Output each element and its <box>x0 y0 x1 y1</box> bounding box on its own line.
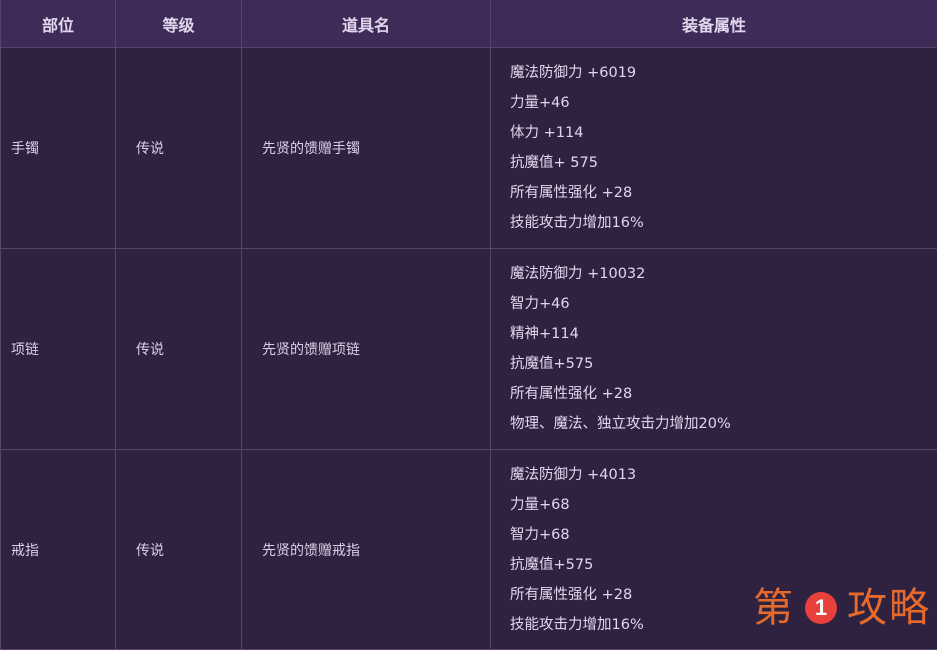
stat-line: 魔法防御力 +4013 <box>510 460 937 490</box>
table-row: 手镯 传说 先贤的馈赠手镯 魔法防御力 +6019 力量+46 体力 +114 … <box>1 48 937 249</box>
stat-line: 抗魔值+575 <box>510 550 937 580</box>
equipment-table: 部位 等级 道具名 装备属性 手镯 传说 先贤的馈赠手镯 魔法防御力 +6019… <box>0 0 937 650</box>
stat-line: 魔法防御力 +10032 <box>510 259 937 289</box>
stat-line: 技能攻击力增加16% <box>510 208 937 238</box>
cell-part: 项链 <box>1 249 116 450</box>
table-row: 项链 传说 先贤的馈赠项链 魔法防御力 +10032 智力+46 精神+114 … <box>1 249 937 450</box>
cell-attributes: 魔法防御力 +4013 力量+68 智力+68 抗魔值+575 所有属性强化 +… <box>491 450 937 650</box>
stat-line: 精神+114 <box>510 319 937 349</box>
table-row: 戒指 传说 先贤的馈赠戒指 魔法防御力 +4013 力量+68 智力+68 抗魔… <box>1 450 937 650</box>
header-item-name: 道具名 <box>242 0 491 48</box>
stat-line: 所有属性强化 +28 <box>510 178 937 208</box>
cell-grade: 传说 <box>116 450 242 650</box>
stat-line: 抗魔值+575 <box>510 349 937 379</box>
stat-line: 魔法防御力 +6019 <box>510 58 937 88</box>
stat-line: 抗魔值+ 575 <box>510 148 937 178</box>
stat-line: 所有属性强化 +28 <box>510 379 937 409</box>
cell-item-name: 先贤的馈赠项链 <box>242 249 491 450</box>
cell-item-name: 先贤的馈赠手镯 <box>242 48 491 249</box>
stat-line: 智力+68 <box>510 520 937 550</box>
cell-grade: 传说 <box>116 249 242 450</box>
cell-grade: 传说 <box>116 48 242 249</box>
cell-attributes: 魔法防御力 +6019 力量+46 体力 +114 抗魔值+ 575 所有属性强… <box>491 48 937 249</box>
header-grade: 等级 <box>116 0 242 48</box>
cell-part: 戒指 <box>1 450 116 650</box>
cell-attributes: 魔法防御力 +10032 智力+46 精神+114 抗魔值+575 所有属性强化… <box>491 249 937 450</box>
stat-line: 物理、魔法、独立攻击力增加20% <box>510 409 937 439</box>
header-part: 部位 <box>1 0 116 48</box>
table-header-row: 部位 等级 道具名 装备属性 <box>1 0 937 48</box>
header-attributes: 装备属性 <box>491 0 937 48</box>
stat-line: 所有属性强化 +28 <box>510 580 937 610</box>
stat-line: 力量+68 <box>510 490 937 520</box>
cell-part: 手镯 <box>1 48 116 249</box>
stat-line: 体力 +114 <box>510 118 937 148</box>
stat-line: 智力+46 <box>510 289 937 319</box>
stat-line: 力量+46 <box>510 88 937 118</box>
stat-line: 技能攻击力增加16% <box>510 610 937 640</box>
cell-item-name: 先贤的馈赠戒指 <box>242 450 491 650</box>
